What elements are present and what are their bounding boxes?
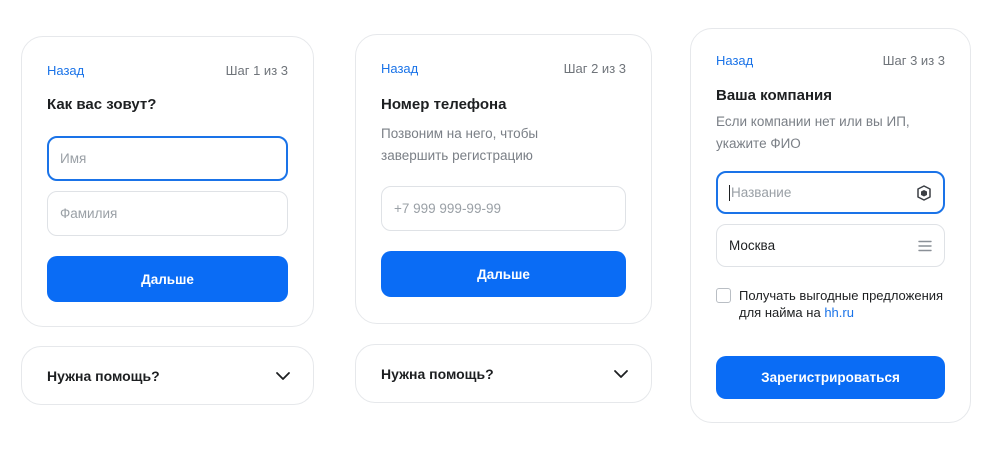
offers-checkbox-row: Получать выгодные предложения для найма … [716, 287, 945, 321]
step3-back-link[interactable]: Назад [716, 53, 753, 68]
step1-title: Как вас зовут? [47, 96, 157, 113]
step3-card: Назад Шаг 3 из 3 Ваша компания Если комп… [690, 28, 971, 423]
step1-card: Назад Шаг 1 из 3 Как вас зовут? Имя Фами… [21, 36, 314, 327]
first-name-placeholder: Имя [60, 151, 87, 166]
first-name-input[interactable]: Имя [47, 136, 288, 181]
step2-back-link[interactable]: Назад [381, 61, 418, 76]
chevron-down-icon [613, 369, 629, 379]
phone-input[interactable]: +7 999 999-99-99 [381, 186, 626, 231]
step2-header: Назад Шаг 2 из 3 [381, 61, 626, 76]
hh-ru-link[interactable]: hh.ru [824, 305, 854, 320]
chevron-down-icon [275, 371, 291, 381]
text-caret [729, 184, 730, 201]
city-select[interactable]: Москва [716, 224, 945, 267]
last-name-placeholder: Фамилия [60, 206, 118, 221]
step2-next-button[interactable]: Дальше [381, 251, 626, 297]
help-accordion-2[interactable]: Нужна помощь? [355, 344, 652, 403]
company-name-input[interactable]: Название [716, 171, 945, 214]
shield-icon [916, 184, 932, 201]
offers-label: Получать выгодные предложения для найма … [739, 287, 945, 321]
step1-header: Назад Шаг 1 из 3 [47, 63, 288, 78]
menu-lines-icon [918, 240, 932, 252]
register-button[interactable]: Зарегистрироваться [716, 356, 945, 399]
step3-title: Ваша компания [716, 87, 832, 104]
step1-back-link[interactable]: Назад [47, 63, 84, 78]
help-label: Нужна помощь? [47, 367, 160, 384]
step1-next-button[interactable]: Дальше [47, 256, 288, 302]
help-accordion-1[interactable]: Нужна помощь? [21, 346, 314, 405]
company-name-placeholder: Название [731, 185, 792, 200]
step3-header: Назад Шаг 3 из 3 [716, 53, 945, 68]
step3-step-indicator: Шаг 3 из 3 [882, 53, 945, 68]
step2-subtitle: Позвоним на него, чтобы завершить регист… [381, 126, 539, 163]
last-name-input[interactable]: Фамилия [47, 191, 288, 236]
step3-subtitle: Если компании нет или вы ИП, укажите ФИО [716, 114, 910, 151]
offers-checkbox[interactable] [716, 288, 731, 303]
phone-placeholder: +7 999 999-99-99 [394, 201, 501, 216]
help-label: Нужна помощь? [381, 365, 494, 382]
city-value: Москва [729, 238, 776, 253]
step2-title: Номер телефона [381, 96, 507, 113]
step1-step-indicator: Шаг 1 из 3 [225, 63, 288, 78]
step2-card: Назад Шаг 2 из 3 Номер телефона Позвоним… [355, 34, 652, 324]
step2-step-indicator: Шаг 2 из 3 [563, 61, 626, 76]
